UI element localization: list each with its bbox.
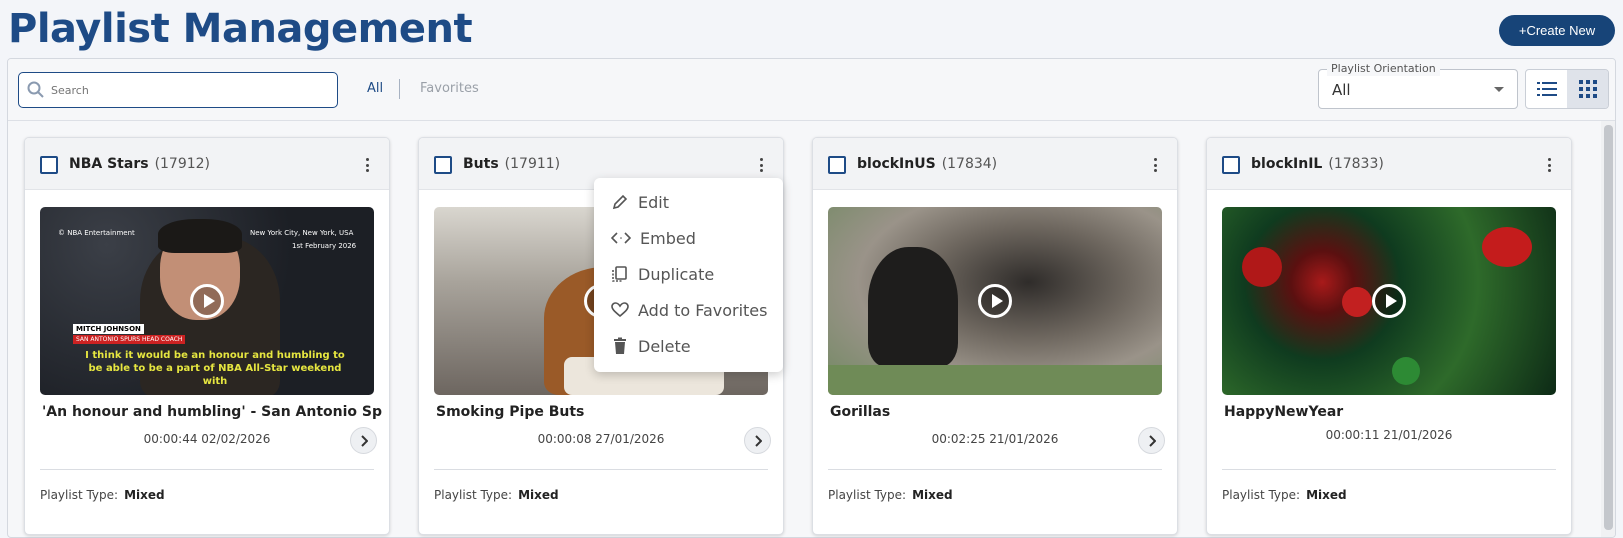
chevron-right-icon [754,434,762,447]
playlist-type: Playlist Type: Mixed [434,488,559,502]
playlist-type: Playlist Type: Mixed [40,488,165,502]
more-options-icon[interactable] [363,156,371,174]
chevron-right-icon [1148,434,1156,447]
play-icon[interactable] [1372,284,1406,318]
page-title: Playlist Management [8,6,473,52]
play-icon[interactable] [978,284,1012,318]
more-options-icon[interactable] [1151,156,1159,174]
pencil-icon [612,194,628,210]
more-options-icon[interactable] [757,156,765,174]
playlist-name: Buts (17911) [463,156,561,172]
playlist-type: Playlist Type: Mixed [1222,488,1347,502]
card-divider [1222,469,1556,470]
playlist-id: (17912) [154,156,211,172]
card-divider [828,469,1162,470]
menu-item-label: Add to Favorites [638,300,768,320]
next-arrow-button[interactable] [350,427,377,454]
video-meta: 00:00:08 27/01/2026 [537,432,665,446]
menu-item-label: Embed [640,228,696,248]
card-header: NBA Stars (17912) [25,138,389,190]
playlist-type: Playlist Type: Mixed [828,488,953,502]
next-arrow-button[interactable] [744,427,771,454]
thumb-caption: I think it would be an honour and humbli… [85,350,345,387]
playlist-card[interactable]: NBA Stars (17912) © NBA Entertainment New… [24,137,390,535]
search-box[interactable] [18,72,338,108]
playlist-card[interactable]: blockInIL (17833) HappyNewYear 00:00:11 2… [1206,137,1572,535]
thumb-corner-text: © NBA Entertainment [58,229,135,237]
menu-item-add-to-favorites[interactable]: Add to Favorites [594,292,783,328]
video-title: Gorillas [830,404,891,420]
context-menu: Edit Embed Duplicate Add to Favorites De… [594,178,783,372]
playlist-card[interactable]: blockInUS (17834) Gorillas 00:02:25 21/01… [812,137,1178,535]
menu-item-label: Duplicate [638,264,715,284]
thumb-name-tag: MITCH JOHNSON [73,324,144,334]
card-divider [434,469,768,470]
video-thumbnail[interactable] [828,207,1162,395]
video-meta: 00:00:44 02/02/2026 [143,432,271,446]
video-thumbnail[interactable] [1222,207,1556,395]
thumb-location-text: New York City, New York, USA [250,229,354,237]
thumb-role-tag: SAN ANTONIO SPURS HEAD COACH [73,335,186,344]
chevron-right-icon [360,434,368,447]
trash-icon [614,337,626,354]
create-new-button[interactable]: +Create New [1499,15,1615,46]
next-arrow-button[interactable] [1138,427,1165,454]
playlist-id: (17834) [941,156,998,172]
orientation-value: All [1332,81,1351,99]
playlist-id: (17911) [504,156,561,172]
toolbar: All Favorites Playlist Orientation All [8,59,1615,121]
video-meta: 00:02:25 21/01/2026 [931,432,1059,446]
play-icon[interactable] [190,284,224,318]
filter-all-tab[interactable]: All [367,81,383,96]
orientation-label: Playlist Orientation [1327,62,1440,76]
playlist-name: NBA Stars (17912) [69,156,211,172]
card-header: blockInUS (17834) [813,138,1177,190]
playlist-name: blockInUS (17834) [857,156,998,172]
menu-item-edit[interactable]: Edit [594,184,783,220]
grid-view-button[interactable] [1567,70,1608,108]
menu-item-label: Delete [638,336,691,356]
card-header: blockInIL (17833) [1207,138,1571,190]
video-meta: 00:00:11 21/01/2026 [1325,428,1453,442]
search-icon [27,81,44,98]
menu-item-embed[interactable]: Embed [594,220,783,256]
card-divider [40,469,374,470]
dropdown-arrow-icon [1494,87,1504,92]
vertical-scrollbar[interactable] [1601,121,1615,537]
list-view-button[interactable] [1526,70,1567,108]
filter-divider [399,79,400,99]
list-view-icon [1536,82,1557,96]
heart-icon [611,302,629,318]
video-title: HappyNewYear [1224,404,1344,420]
thumb-date-text: 1st February 2026 [292,242,357,250]
orientation-select[interactable]: Playlist Orientation All [1318,62,1518,109]
filter-favorites-tab[interactable]: Favorites [420,81,479,96]
select-checkbox[interactable] [40,156,58,174]
select-checkbox[interactable] [1222,156,1240,174]
select-checkbox[interactable] [434,156,452,174]
grid-view-icon [1578,80,1597,98]
playlist-id: (17833) [1328,156,1384,172]
video-title: Smoking Pipe Buts [436,404,585,420]
copy-icon [612,266,627,282]
playlist-name: blockInIL (17833) [1251,156,1384,172]
search-input[interactable] [51,83,311,97]
menu-item-label: Edit [638,192,669,212]
scroll-thumb[interactable] [1604,125,1613,530]
menu-item-delete[interactable]: Delete [594,328,783,364]
select-checkbox[interactable] [828,156,846,174]
code-icon [611,232,631,244]
more-options-icon[interactable] [1545,156,1553,174]
video-title: 'An honour and humbling' - San Antonio S… [42,404,382,420]
video-thumbnail[interactable]: © NBA Entertainment New York City, New Y… [40,207,374,395]
menu-item-duplicate[interactable]: Duplicate [594,256,783,292]
view-toggle [1525,69,1609,109]
